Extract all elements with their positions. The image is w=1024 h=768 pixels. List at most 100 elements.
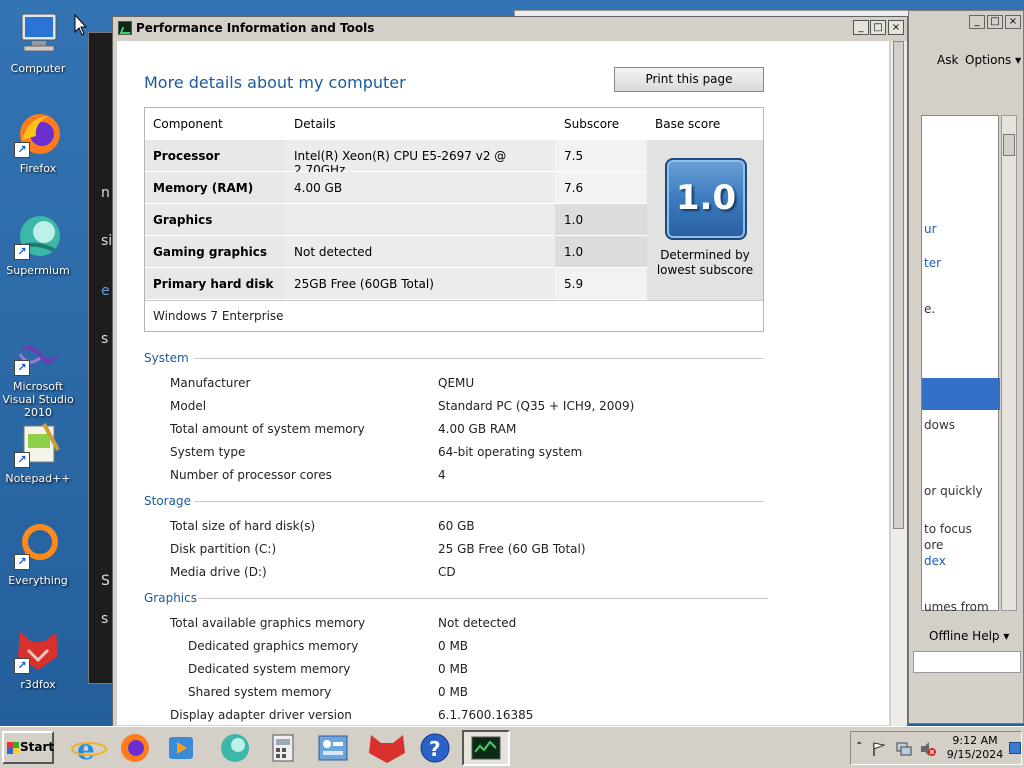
minimize-button[interactable]: _ (969, 15, 985, 29)
desktop-icon-r3dfox[interactable]: ↗ r3dfox (2, 626, 74, 691)
options-menu[interactable]: Options ▾ (965, 53, 1021, 67)
performance-tool-icon (471, 736, 501, 760)
desktop-icon-supermium[interactable]: ↗ Supermium (2, 212, 74, 277)
help-link[interactable]: dex (924, 554, 946, 568)
action-center-flag-icon[interactable] (871, 741, 887, 757)
r3dfox-icon: ↗ (14, 626, 62, 674)
component-details: Not detected (285, 236, 555, 267)
base-score-badge: 1.0 (665, 158, 747, 240)
window-titlebar[interactable]: Performance Information and Tools _ □ × (113, 17, 907, 39)
taskbar-r3dfox-button[interactable] (366, 730, 408, 766)
performance-window: Performance Information and Tools _ □ × … (112, 16, 908, 728)
taskbar-performance-tool-button[interactable] (462, 730, 510, 766)
detail-value: Standard PC (Q35 + ICH9, 2009) (438, 399, 635, 413)
detail-value: QEMU (438, 376, 475, 390)
section-title: System (144, 351, 189, 365)
help-scrollbar[interactable] (1001, 115, 1017, 611)
detail-label: Media drive (D:) (170, 565, 267, 579)
component-subscore: 1.0 (555, 236, 647, 267)
detail-value: 6.1.7600.16385 (438, 708, 534, 722)
desktop-icon-firefox[interactable]: ↗ Firefox (2, 110, 74, 175)
desktop-icon-label: Supermium (6, 264, 70, 277)
shortcut-arrow-icon: ↗ (14, 658, 30, 674)
detail-value: 0 MB (438, 639, 469, 653)
volume-muted-icon[interactable] (919, 741, 937, 757)
vertical-scrollbar[interactable] (891, 41, 907, 727)
section-divider (198, 598, 768, 599)
detail-label: Total available graphics memory (170, 616, 366, 630)
help-link[interactable]: ter (924, 256, 941, 270)
background-window-help[interactable]: _ □ × Ask Options ▾ ur ter e. dows or qu… (908, 10, 1024, 724)
start-button[interactable]: Start (2, 731, 54, 764)
window-title: Performance Information and Tools (136, 21, 375, 35)
desktop-icon-label: Firefox (19, 162, 57, 175)
taskbar-calculator-button[interactable] (262, 730, 304, 766)
component-details: 25GB Free (60GB Total) (285, 268, 555, 299)
maximize-button[interactable]: □ (987, 15, 1003, 29)
help-text: ore (924, 538, 944, 552)
detail-value: 0 MB (438, 685, 469, 699)
desktop-icon-visual-studio[interactable]: ↗ Microsoft Visual Studio 2010 (2, 328, 74, 419)
system-tray: ⌃ 9:12 AM 9/15/2024 (850, 731, 1022, 765)
detail-value: 0 MB (438, 662, 469, 676)
shortcut-arrow-icon: ↗ (14, 142, 30, 158)
score-row: Memory (RAM) 4.00 GB 7.6 (145, 172, 647, 204)
maximize-button[interactable]: □ (870, 20, 886, 35)
ie-icon: e (71, 733, 107, 766)
taskbar-ie-button[interactable]: e (68, 730, 110, 766)
help-content-pane: ur ter e. dows or quickly to focus ore d… (921, 115, 1000, 614)
taskbar: Start e ? ⌃ 9:12 AM 9/15/2024 (0, 726, 1024, 768)
scrollbar-thumb[interactable] (893, 41, 904, 529)
taskbar-media-player-button[interactable] (160, 730, 202, 766)
score-row: Graphics 1.0 (145, 204, 647, 236)
detail-value: 25 GB Free (60 GB Total) (438, 542, 586, 556)
component-name: Gaming graphics (145, 236, 285, 267)
close-button[interactable]: × (888, 20, 904, 35)
taskbar-control-panel-button[interactable] (312, 730, 354, 766)
column-header-base-score: Base score (655, 117, 721, 131)
clock[interactable]: 9:12 AM 9/15/2024 (943, 734, 1007, 762)
taskbar-firefox-button[interactable] (114, 730, 156, 766)
desktop-icon-label: Microsoft Visual Studio 2010 (2, 380, 74, 419)
component-name: Memory (RAM) (145, 172, 285, 203)
help-text: e. (924, 302, 936, 316)
score-row: Processor Intel(R) Xeon(R) CPU E5-2697 v… (145, 140, 647, 177)
component-name: Primary hard disk (145, 268, 285, 299)
component-name: Graphics (145, 204, 285, 235)
media-player-icon (169, 737, 193, 759)
ask-menu[interactable]: Ask (937, 53, 958, 67)
help-text: to focus (924, 522, 972, 536)
scrollbar-thumb[interactable] (1003, 134, 1015, 156)
component-details: 4.00 GB (285, 172, 555, 203)
desktop-icon-notepadpp[interactable]: ↗ Notepad++ (2, 420, 74, 485)
detail-label: System type (170, 445, 246, 459)
desktop-icon-computer[interactable]: Computer (2, 10, 74, 75)
section-divider (194, 358, 764, 359)
detail-value: 64-bit operating system (438, 445, 583, 459)
os-edition: Windows 7 Enterprise (153, 309, 284, 323)
help-icon: ? (420, 733, 450, 763)
show-desktop-button[interactable] (1009, 742, 1021, 754)
print-button[interactable]: Print this page (614, 67, 764, 92)
mouse-cursor-icon (74, 14, 88, 36)
supermium-icon: ↗ (14, 212, 62, 260)
section-graphics: Graphics (144, 591, 768, 605)
performance-tool-icon (118, 21, 132, 35)
component-name: Processor (145, 140, 285, 171)
detail-value: 60 GB (438, 519, 475, 533)
windows-logo-icon (7, 742, 19, 754)
help-search-box[interactable] (913, 651, 1021, 673)
clock-time: 9:12 AM (952, 734, 998, 747)
desktop-icon-everything[interactable]: ↗ Everything (2, 522, 74, 587)
show-hidden-icons-icon[interactable]: ⌃ (855, 741, 863, 752)
column-header-details: Details (294, 117, 336, 131)
score-row: Primary hard disk 25GB Free (60GB Total)… (145, 268, 647, 300)
component-subscore: 7.6 (555, 172, 647, 203)
taskbar-supermium-button[interactable] (214, 730, 256, 766)
minimize-button[interactable]: _ (853, 20, 869, 35)
network-icon[interactable] (895, 741, 913, 757)
desktop: Computer ↗ Firefox ↗ Supermium ↗ Microso… (0, 0, 1024, 728)
close-button[interactable]: × (1005, 15, 1021, 29)
taskbar-help-button[interactable]: ? (414, 730, 456, 766)
offline-help-menu[interactable]: Offline Help ▾ (929, 629, 1009, 643)
